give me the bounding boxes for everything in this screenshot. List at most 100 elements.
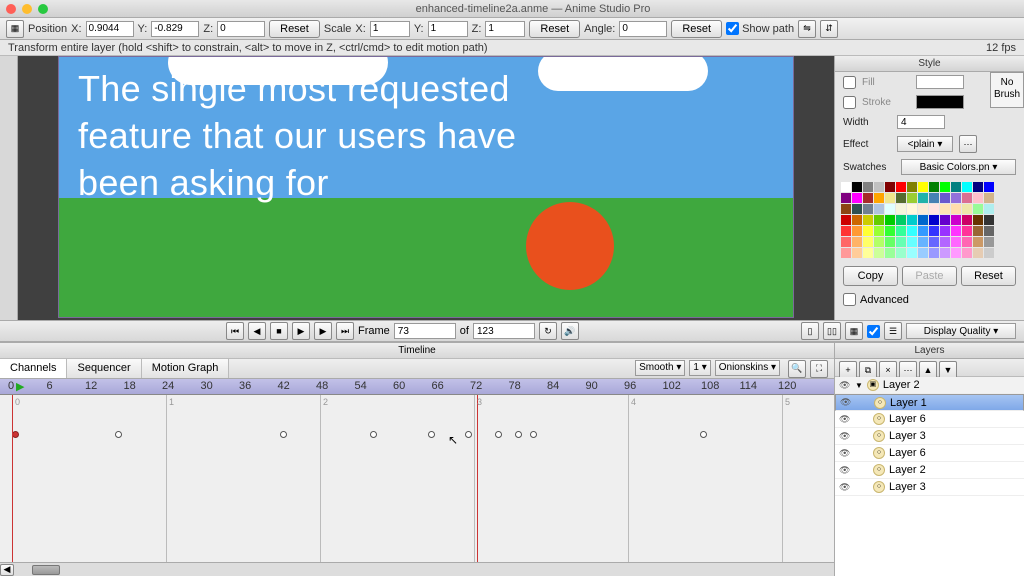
color-swatch[interactable]	[918, 204, 928, 214]
stage[interactable]: The single most requested feature that o…	[58, 56, 794, 318]
color-swatch[interactable]	[907, 204, 917, 214]
minimize-icon[interactable]	[22, 4, 32, 14]
visibility-icon[interactable]: 👁	[840, 397, 852, 408]
stroke-checkbox[interactable]	[843, 96, 856, 109]
color-swatch[interactable]	[940, 193, 950, 203]
color-swatch[interactable]	[973, 237, 983, 247]
color-swatch[interactable]	[962, 193, 972, 203]
left-tool-strip[interactable]	[0, 56, 18, 320]
stop-icon[interactable]: ■	[270, 322, 288, 340]
color-swatch[interactable]	[918, 193, 928, 203]
fill-checkbox[interactable]	[843, 76, 856, 89]
color-swatch[interactable]	[863, 204, 873, 214]
color-swatch[interactable]	[885, 215, 895, 225]
total-frames-input[interactable]	[473, 323, 535, 339]
color-swatch[interactable]	[874, 204, 884, 214]
keyframe[interactable]	[465, 431, 472, 438]
smooth-select[interactable]: Smooth ▾	[635, 360, 685, 376]
scroll-thumb[interactable]	[32, 565, 60, 575]
color-swatch[interactable]	[896, 193, 906, 203]
color-swatch[interactable]	[852, 226, 862, 236]
color-swatch[interactable]	[907, 237, 917, 247]
scale-y-input[interactable]	[428, 21, 468, 37]
color-swatch[interactable]	[885, 193, 895, 203]
view-icon[interactable]: ▯	[801, 322, 819, 340]
swatch-grid[interactable]	[835, 178, 1024, 262]
color-swatch[interactable]	[885, 237, 895, 247]
color-swatch[interactable]	[973, 182, 983, 192]
layer-row[interactable]: 👁▼▣Layer 2	[835, 377, 1024, 394]
layer-row[interactable]: 👁○Layer 3	[835, 479, 1024, 496]
keyframe[interactable]	[530, 431, 537, 438]
color-swatch[interactable]	[896, 204, 906, 214]
color-swatch[interactable]	[863, 226, 873, 236]
color-swatch[interactable]	[940, 182, 950, 192]
tab-channels[interactable]: Channels	[0, 359, 67, 378]
color-swatch[interactable]	[940, 248, 950, 258]
copy-button[interactable]: Copy	[843, 266, 898, 286]
color-swatch[interactable]	[841, 237, 851, 247]
color-swatch[interactable]	[852, 193, 862, 203]
color-swatch[interactable]	[929, 204, 939, 214]
color-swatch[interactable]	[929, 248, 939, 258]
frame-input[interactable]	[394, 323, 456, 339]
tab-sequencer[interactable]: Sequencer	[67, 359, 141, 378]
color-swatch[interactable]	[951, 248, 961, 258]
fill-swatch[interactable]	[916, 75, 964, 89]
forward-icon[interactable]: ⏭	[336, 322, 354, 340]
color-swatch[interactable]	[852, 237, 862, 247]
layer-row[interactable]: 👁○Layer 6	[835, 445, 1024, 462]
color-swatch[interactable]	[885, 204, 895, 214]
color-swatch[interactable]	[962, 226, 972, 236]
color-swatch[interactable]	[984, 193, 994, 203]
color-swatch[interactable]	[874, 215, 884, 225]
color-swatch[interactable]	[863, 237, 873, 247]
color-swatch[interactable]	[929, 182, 939, 192]
color-swatch[interactable]	[852, 215, 862, 225]
prev-frame-icon[interactable]: ◀	[248, 322, 266, 340]
color-swatch[interactable]	[973, 193, 983, 203]
color-swatch[interactable]	[896, 226, 906, 236]
color-swatch[interactable]	[852, 248, 862, 258]
color-swatch[interactable]	[885, 182, 895, 192]
color-swatch[interactable]	[841, 193, 851, 203]
tool-icon[interactable]: ▦	[6, 20, 24, 38]
reset-angle-button[interactable]: Reset	[671, 20, 722, 38]
pos-x-input[interactable]	[86, 21, 134, 37]
color-swatch[interactable]	[962, 204, 972, 214]
visibility-icon[interactable]: 👁	[839, 380, 851, 391]
color-swatch[interactable]	[973, 204, 983, 214]
visibility-icon[interactable]: 👁	[839, 431, 851, 442]
color-swatch[interactable]	[896, 248, 906, 258]
color-swatch[interactable]	[984, 215, 994, 225]
color-swatch[interactable]	[984, 204, 994, 214]
effect-options-icon[interactable]: ⋯	[959, 135, 977, 153]
ball-shape[interactable]	[526, 202, 614, 290]
color-swatch[interactable]	[885, 248, 895, 258]
keyframe[interactable]	[428, 431, 435, 438]
color-swatch[interactable]	[940, 237, 950, 247]
chevron-down-icon[interactable]: ▼	[855, 381, 863, 390]
color-swatch[interactable]	[940, 204, 950, 214]
flip-h-icon[interactable]: ⇋	[798, 20, 816, 38]
color-swatch[interactable]	[962, 182, 972, 192]
color-swatch[interactable]	[907, 215, 917, 225]
color-swatch[interactable]	[929, 193, 939, 203]
color-swatch[interactable]	[984, 248, 994, 258]
loop-icon[interactable]: ↻	[539, 322, 557, 340]
color-swatch[interactable]	[896, 237, 906, 247]
canvas-area[interactable]: The single most requested feature that o…	[18, 56, 834, 320]
color-swatch[interactable]	[940, 226, 950, 236]
color-swatch[interactable]	[951, 193, 961, 203]
color-swatch[interactable]	[951, 226, 961, 236]
color-swatch[interactable]	[874, 193, 884, 203]
layers-list[interactable]: 👁▼▣Layer 2👁○Layer 1👁○Layer 6👁○Layer 3👁○L…	[835, 377, 1024, 576]
pos-y-input[interactable]	[151, 21, 199, 37]
color-swatch[interactable]	[929, 237, 939, 247]
close-icon[interactable]	[6, 4, 16, 14]
color-swatch[interactable]	[852, 182, 862, 192]
timeline-ruler[interactable]: 0612182430364248546066727884909610210811…	[0, 379, 834, 395]
keyframe[interactable]	[495, 431, 502, 438]
color-swatch[interactable]	[907, 182, 917, 192]
color-swatch[interactable]	[896, 215, 906, 225]
